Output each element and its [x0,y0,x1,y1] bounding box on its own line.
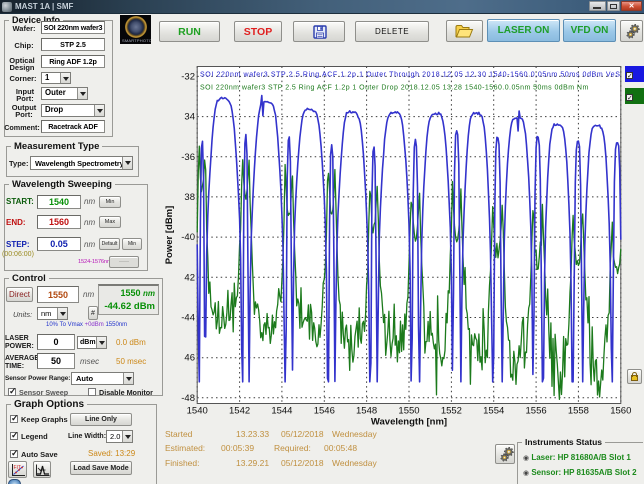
svg-text:SOI 220nm wafer3 STP 2.5 Ring: SOI 220nm wafer3 STP 2.5 Ring ACF 1.2p 1… [200,85,589,92]
svg-text:1558: 1558 [568,406,589,417]
svg-text:1540: 1540 [187,406,208,417]
svg-text:1554: 1554 [483,406,504,417]
svg-text:-48: -48 [181,393,195,404]
svg-text:1556: 1556 [526,406,547,417]
svg-text:1544: 1544 [271,406,292,417]
svg-text:34: 34 [184,112,195,123]
svg-text:Wavelength [nm]: Wavelength [nm] [371,417,447,428]
svg-text:Power [dBm]: Power [dBm] [164,206,175,265]
svg-text:38: 38 [184,192,195,203]
svg-text:1548: 1548 [356,406,377,417]
svg-text:-44: -44 [181,313,195,324]
svg-text:-40: -40 [181,232,195,243]
svg-text:-32: -32 [181,71,195,82]
svg-text:42: 42 [184,272,195,283]
svg-text:SOI 220nm wafer3 STP 2.5 Ring: SOI 220nm wafer3 STP 2.5 Ring ACF 1.2p 1… [200,72,621,79]
svg-text:46: 46 [184,353,195,364]
svg-text:1546: 1546 [314,406,335,417]
svg-text:-36: -36 [181,152,195,163]
svg-text:1560: 1560 [610,406,631,417]
svg-text:1552: 1552 [441,406,462,417]
svg-text:1542: 1542 [229,406,250,417]
svg-text:1550: 1550 [398,406,419,417]
